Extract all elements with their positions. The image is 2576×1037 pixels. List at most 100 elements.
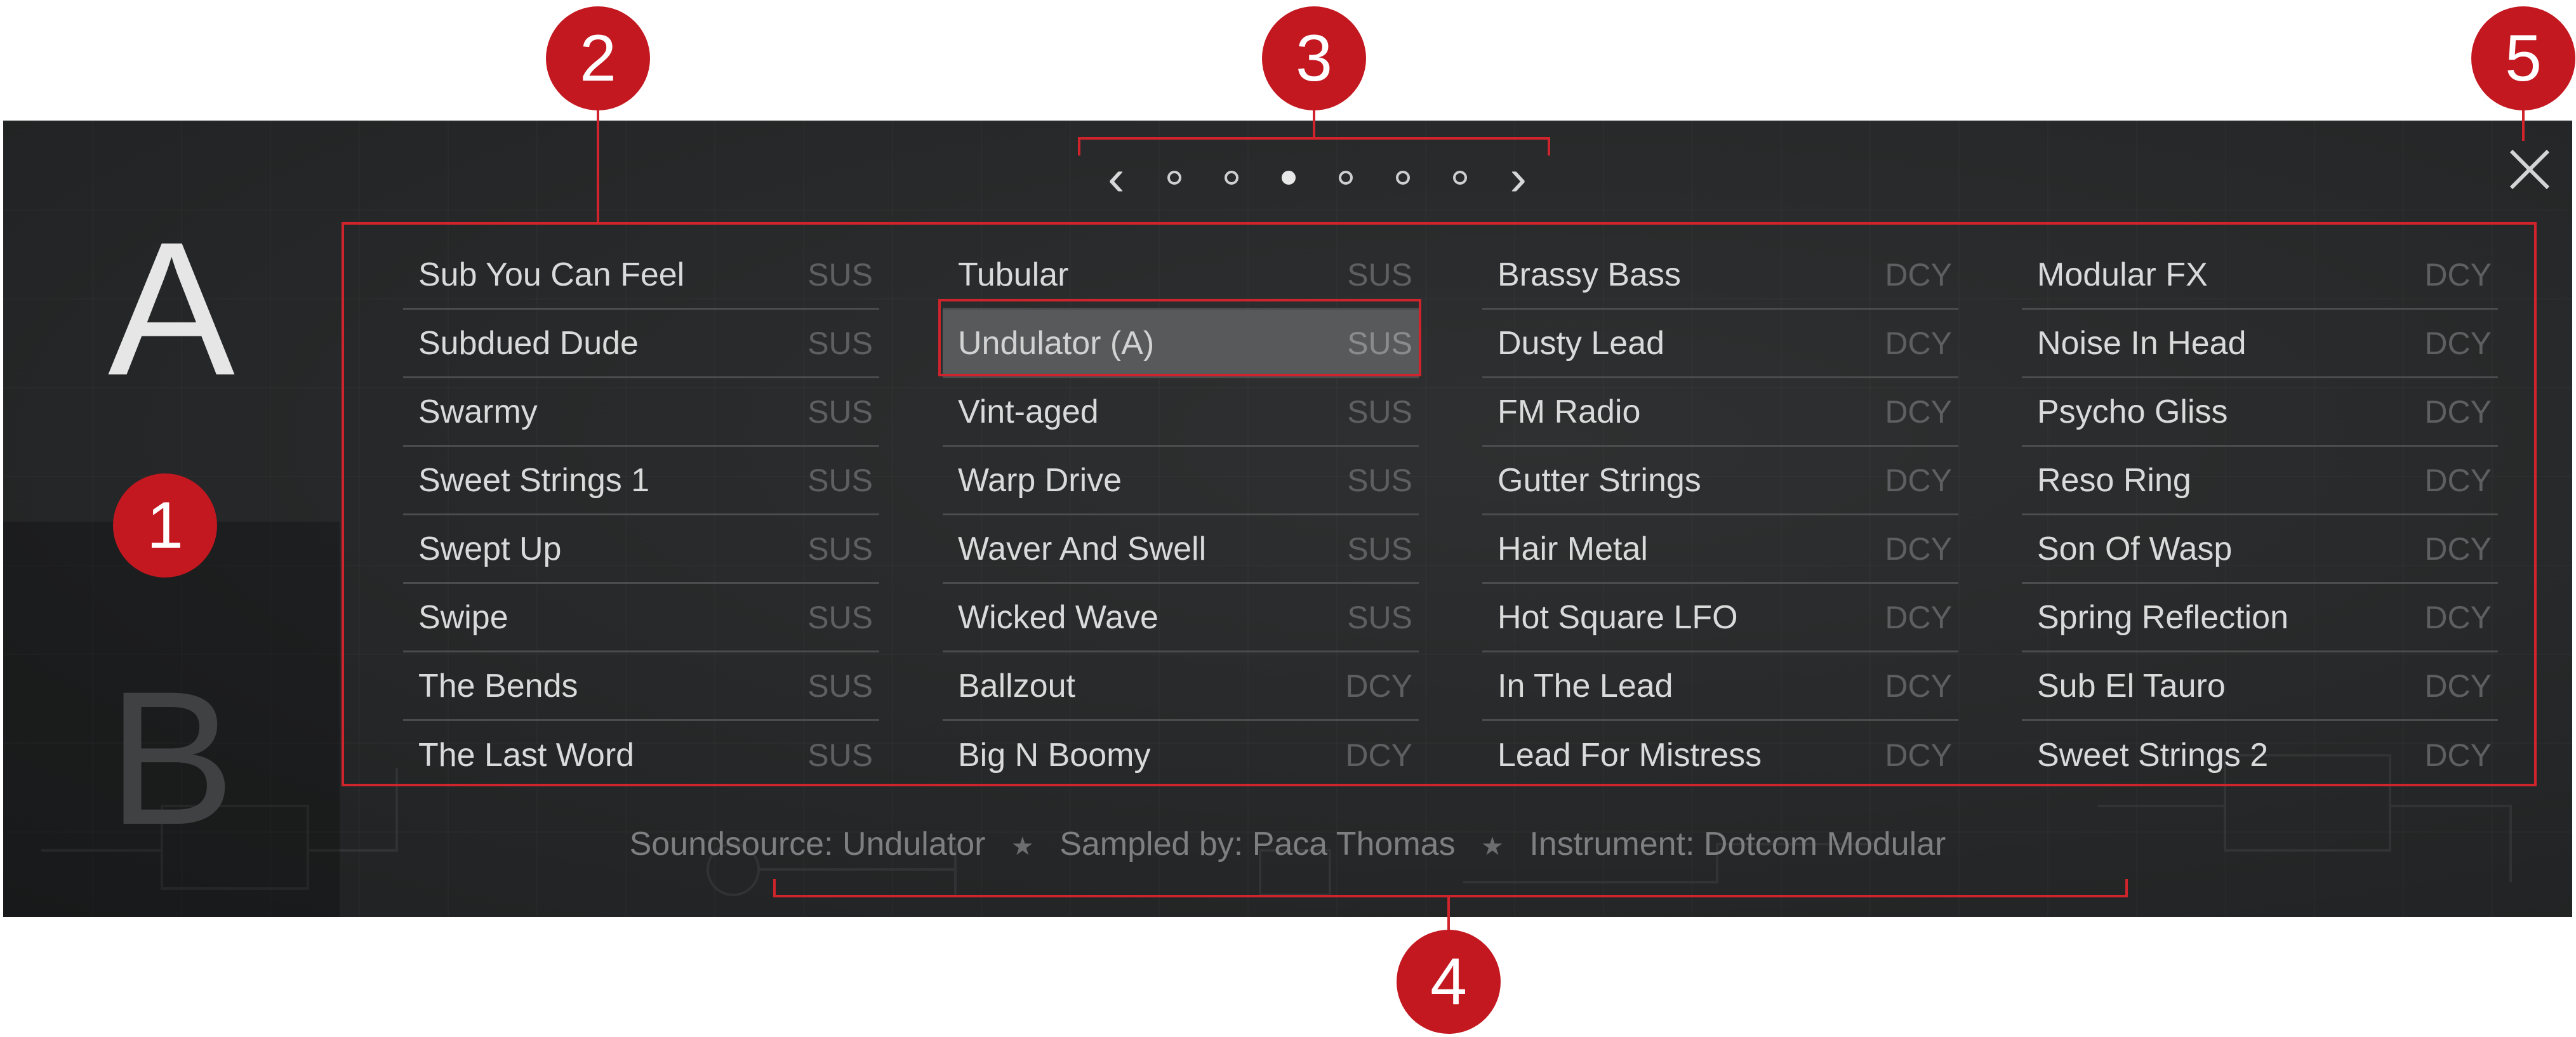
preset-name: Modular FX	[2037, 256, 2208, 293]
preset-row[interactable]: Brassy Bass DCY	[1482, 241, 1958, 310]
preset-type-tag: DCY	[1345, 737, 1412, 773]
preset-name: In The Lead	[1497, 667, 1673, 704]
preset-row[interactable]: Psycho Gliss DCY	[2022, 378, 2498, 447]
preset-name: FM Radio	[1497, 393, 1641, 430]
page-dot-3[interactable]	[1282, 171, 1296, 185]
preset-row[interactable]: In The Lead DCY	[1482, 652, 1958, 721]
preset-row[interactable]: Son Of Wasp DCY	[2022, 515, 2498, 584]
preset-type-tag: DCY	[1885, 325, 1952, 361]
preset-row[interactable]: Gutter Strings DCY	[1482, 447, 1958, 515]
star-separator-icon: ★	[1011, 833, 1034, 861]
preset-row[interactable]: Modular FX DCY	[2022, 241, 2498, 310]
preset-name: Brassy Bass	[1497, 256, 1681, 293]
preset-column: Modular FX DCY Noise In Head DCY Psycho Glis…	[2022, 241, 2498, 800]
preset-row[interactable]: Dusty Lead DCY	[1482, 310, 1958, 378]
preset-type-tag: SUS	[807, 325, 873, 361]
chevron-right-icon[interactable]: ›	[1510, 152, 1527, 203]
preset-row[interactable]: Noise In Head DCY	[2022, 310, 2498, 378]
preset-row[interactable]: Subdued Dude SUS	[403, 310, 879, 378]
preset-row[interactable]: Sweet Strings 2 DCY	[2022, 721, 2498, 789]
page-navigator: ‹ ›	[1082, 143, 1552, 213]
preset-row[interactable]: Waver And Swell SUS	[943, 515, 1419, 584]
preset-row[interactable]: Spring Reflection DCY	[2022, 584, 2498, 652]
preset-row[interactable]: Sweet Strings 1 SUS	[403, 447, 879, 515]
preset-name: Swipe	[418, 598, 508, 636]
slot-a-label: A	[107, 202, 236, 415]
preset-type-tag: DCY	[2424, 599, 2492, 635]
preset-column: Brassy Bass DCY Dusty Lead DCY FM Radio DCY Gu…	[1482, 241, 1958, 800]
page-dot-6[interactable]	[1452, 171, 1467, 185]
preset-row[interactable]: Tubular SUS	[943, 241, 1419, 310]
preset-type-tag: DCY	[2424, 668, 2492, 704]
preset-type-tag: DCY	[2424, 393, 2492, 430]
callout-3: 3	[1262, 6, 1366, 110]
preset-type-tag: DCY	[2424, 325, 2492, 361]
preset-name: Ballzout	[958, 667, 1075, 704]
preset-type-tag: SUS	[807, 668, 873, 704]
preset-type-tag: SUS	[1347, 599, 1412, 635]
preset-row[interactable]: The Bends SUS	[403, 652, 879, 721]
preset-type-tag: SUS	[807, 531, 873, 567]
preset-type-tag: DCY	[2424, 531, 2492, 567]
preset-name: Son Of Wasp	[2037, 530, 2233, 567]
preset-type-tag: SUS	[807, 737, 873, 773]
preset-type-tag: SUS	[1347, 462, 1412, 498]
preset-row[interactable]: The Last Word SUS	[403, 721, 879, 789]
preset-column: Tubular SUS Undulator (A) SUS Vint-aged SUS Wa…	[943, 241, 1419, 800]
close-icon[interactable]	[2507, 147, 2552, 192]
page-dot-4[interactable]	[1338, 171, 1353, 185]
preset-name: Spring Reflection	[2037, 598, 2288, 636]
preset-name: Noise In Head	[2037, 324, 2247, 362]
preset-type-tag: DCY	[1885, 599, 1952, 635]
preset-type-tag: SUS	[1347, 256, 1412, 293]
slot-b-label: B	[107, 651, 236, 864]
preset-name: Sub You Can Feel	[418, 256, 685, 293]
preset-name: Wicked Wave	[958, 598, 1159, 636]
preset-name: Sweet Strings 2	[2037, 737, 2269, 774]
callout-2: 2	[546, 6, 650, 110]
preset-name: Undulator (A)	[958, 324, 1155, 362]
preset-row[interactable]: Sub El Tauro DCY	[2022, 652, 2498, 721]
preset-name: Sweet Strings 1	[418, 461, 650, 499]
preset-name: Swept Up	[418, 530, 562, 567]
preset-name: Hair Metal	[1497, 530, 1648, 567]
preset-row[interactable]: Vint-aged SUS	[943, 378, 1419, 447]
page-dot-1[interactable]	[1167, 171, 1182, 185]
preset-type-tag: SUS	[807, 256, 873, 293]
preset-row[interactable]: Warp Drive SUS	[943, 447, 1419, 515]
preset-row[interactable]: Swept Up SUS	[403, 515, 879, 584]
preset-name: The Last Word	[418, 737, 635, 774]
preset-list: Sub You Can Feel SUS Subdued Dude SUS Swarmy…	[403, 241, 2511, 800]
preset-type-tag: DCY	[1345, 668, 1412, 704]
preset-name: Hot Square LFO	[1497, 598, 1738, 636]
preset-row[interactable]: Sub You Can Feel SUS	[403, 241, 879, 310]
preset-type-tag: SUS	[1347, 393, 1412, 430]
preset-type-tag: DCY	[1885, 737, 1952, 773]
preset-row[interactable]: Swipe SUS	[403, 584, 879, 652]
preset-row[interactable]: Undulator (A) SUS	[943, 310, 1419, 378]
page-dot-2[interactable]	[1225, 171, 1239, 185]
instrument-text: Instrument: Dotcom Modular	[1529, 826, 1946, 862]
preset-row[interactable]: Reso Ring DCY	[2022, 447, 2498, 515]
preset-type-tag: DCY	[2424, 256, 2492, 293]
preset-row[interactable]: Wicked Wave SUS	[943, 584, 1419, 652]
preset-type-tag: SUS	[1347, 325, 1412, 361]
preset-row[interactable]: Hot Square LFO DCY	[1482, 584, 1958, 652]
preset-type-tag: DCY	[1885, 668, 1952, 704]
page-dot-5[interactable]	[1395, 171, 1410, 185]
preset-row[interactable]: Lead For Mistress DCY	[1482, 721, 1958, 789]
callout-1: 1	[113, 473, 217, 578]
preset-name: Swarmy	[418, 393, 538, 430]
slot-a-selector[interactable]: A	[3, 121, 340, 522]
preset-row[interactable]: Hair Metal DCY	[1482, 515, 1958, 584]
preset-name: Psycho Gliss	[2037, 393, 2228, 430]
preset-type-tag: DCY	[1885, 462, 1952, 498]
preset-row[interactable]: Swarmy SUS	[403, 378, 879, 447]
preset-type-tag: DCY	[1885, 531, 1952, 567]
preset-row[interactable]: FM Radio DCY	[1482, 378, 1958, 447]
preset-row[interactable]: Ballzout DCY	[943, 652, 1419, 721]
chevron-left-icon[interactable]: ‹	[1108, 152, 1125, 203]
preset-row[interactable]: Big N Boomy DCY	[943, 721, 1419, 789]
preset-column: Sub You Can Feel SUS Subdued Dude SUS Swarmy…	[403, 241, 879, 800]
sound-browser-panel: A B ‹ › Sub You Can Feel SUS Subdued Dude S…	[3, 121, 2572, 917]
